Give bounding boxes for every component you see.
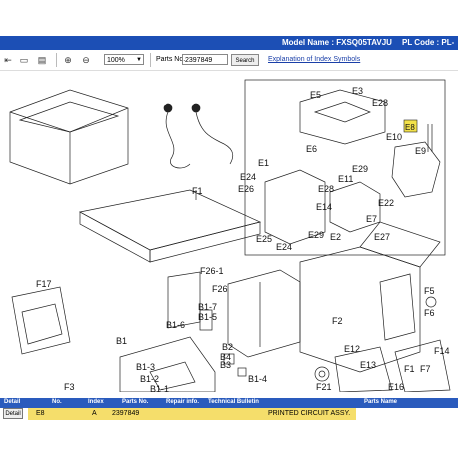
explanation-link[interactable]: Explanation of Index Symbols <box>268 56 360 63</box>
title-bar: Model Name : FXSQ05TAVJU PL Code : PL- <box>0 36 458 50</box>
zoom-value: 100% <box>107 57 125 64</box>
label-e28: E28 <box>372 98 388 108</box>
first-page-icon[interactable]: ⇤ <box>2 54 14 66</box>
label-f7: F7 <box>420 364 431 374</box>
parts-table-header: Detail No. Index Parts No. Repair info. … <box>0 398 458 408</box>
table-row[interactable]: E8 A 2397849 PRINTED CIRCUIT ASSY. <box>0 408 458 420</box>
label-b1-2: B1-2 <box>140 374 159 384</box>
zoom-in-icon[interactable]: ⊕ <box>62 54 74 66</box>
callout-b: B <box>190 100 195 107</box>
label-e14: E14 <box>316 202 332 212</box>
label-e10: E10 <box>386 132 402 142</box>
pl-code: PL Code : PL- <box>402 38 455 47</box>
label-f14: F14 <box>434 346 450 356</box>
zoom-select[interactable]: 100% ▼ <box>104 54 144 65</box>
save-icon[interactable]: ▤ <box>36 54 48 66</box>
label-e28-b: E28 <box>318 184 334 194</box>
diagram-drawing: A B E5 E3 E28 E8 E10 E6 E9 E1 E24 E28 E1… <box>9 79 451 392</box>
label-f17: F17 <box>36 279 52 289</box>
label-e7: E7 <box>366 214 377 224</box>
label-e25: E25 <box>256 234 272 244</box>
label-e16: E16 <box>388 382 404 392</box>
col-technical-bulletin: Technical Bulletin <box>208 399 259 405</box>
label-e6: E6 <box>306 144 317 154</box>
parts-no-label: Parts No. <box>156 56 186 63</box>
col-no: No. <box>52 399 62 405</box>
label-b1-3: B1-3 <box>136 362 155 372</box>
label-f2: F2 <box>332 316 343 326</box>
label-e12: E12 <box>344 344 360 354</box>
label-b1-1: B1-1 <box>150 384 169 392</box>
label-e1: E1 <box>258 158 269 168</box>
label-e29: E29 <box>352 164 368 174</box>
label-f26-1: F26-1 <box>200 266 224 276</box>
label-e24-b: E24 <box>276 242 292 252</box>
label-b1-6: B1-6 <box>166 320 185 330</box>
exploded-diagram[interactable]: A B E5 E3 E28 E8 E10 E6 E9 E1 E24 E28 E1… <box>0 72 458 392</box>
label-e29-b: E29 <box>308 230 324 240</box>
col-repair-info: Repair info. <box>166 399 200 405</box>
label-f5: F5 <box>424 286 435 296</box>
cell-index: A <box>80 408 110 420</box>
label-e24: E24 <box>240 172 256 182</box>
model-name: Model Name : FXSQ05TAVJU <box>282 38 392 47</box>
callout-a: A <box>162 100 167 107</box>
label-f6: F6 <box>424 308 435 318</box>
label-e5: E5 <box>310 90 321 100</box>
toolbar: ⇤ ▭ ▤ ⊕ ⊖ 100% ▼ Parts No. 2397849 Searc… <box>0 50 458 71</box>
cell-no: E8 <box>28 408 80 420</box>
label-b1-5: B1-5 <box>198 312 217 322</box>
label-e26: E26 <box>238 184 254 194</box>
print-icon[interactable]: ▭ <box>18 54 30 66</box>
label-b2: B2 <box>222 342 233 352</box>
label-e8[interactable]: E8 <box>405 123 415 132</box>
zoom-out-icon[interactable]: ⊖ <box>80 54 92 66</box>
label-e2: E2 <box>330 232 341 242</box>
cell-parts-no: 2397849 <box>110 408 156 420</box>
detail-button[interactable]: Detail <box>3 408 23 419</box>
chevron-down-icon: ▼ <box>136 57 142 63</box>
col-parts-name: Parts Name <box>364 399 398 405</box>
cell-repair-info <box>156 408 266 420</box>
label-e22: E22 <box>378 198 394 208</box>
label-f1: F1 <box>192 186 203 196</box>
label-b1-4: B1-4 <box>248 374 267 384</box>
search-button[interactable]: Search <box>231 54 259 66</box>
label-b4: B4 <box>220 352 231 362</box>
cell-parts-name: PRINTED CIRCUIT ASSY. <box>266 408 356 420</box>
label-e11: E11 <box>338 174 353 184</box>
parts-no-input[interactable]: 2397849 <box>182 54 228 65</box>
label-b1-7: B1-7 <box>198 302 217 312</box>
separator <box>150 53 151 67</box>
col-parts-no: Parts No. <box>122 399 149 405</box>
label-e27: E27 <box>374 232 390 242</box>
label-f3: F3 <box>64 382 75 392</box>
col-index: Index <box>88 399 104 405</box>
label-e9: E9 <box>415 146 426 156</box>
label-f1-b: F1 <box>404 364 415 374</box>
label-f26: F26 <box>212 284 228 294</box>
separator <box>56 53 57 67</box>
label-f21: F21 <box>316 382 332 392</box>
col-detail: Detail <box>4 399 21 405</box>
label-e13: E13 <box>360 360 376 370</box>
label-e3: E3 <box>352 86 363 96</box>
label-b1: B1 <box>116 336 127 346</box>
